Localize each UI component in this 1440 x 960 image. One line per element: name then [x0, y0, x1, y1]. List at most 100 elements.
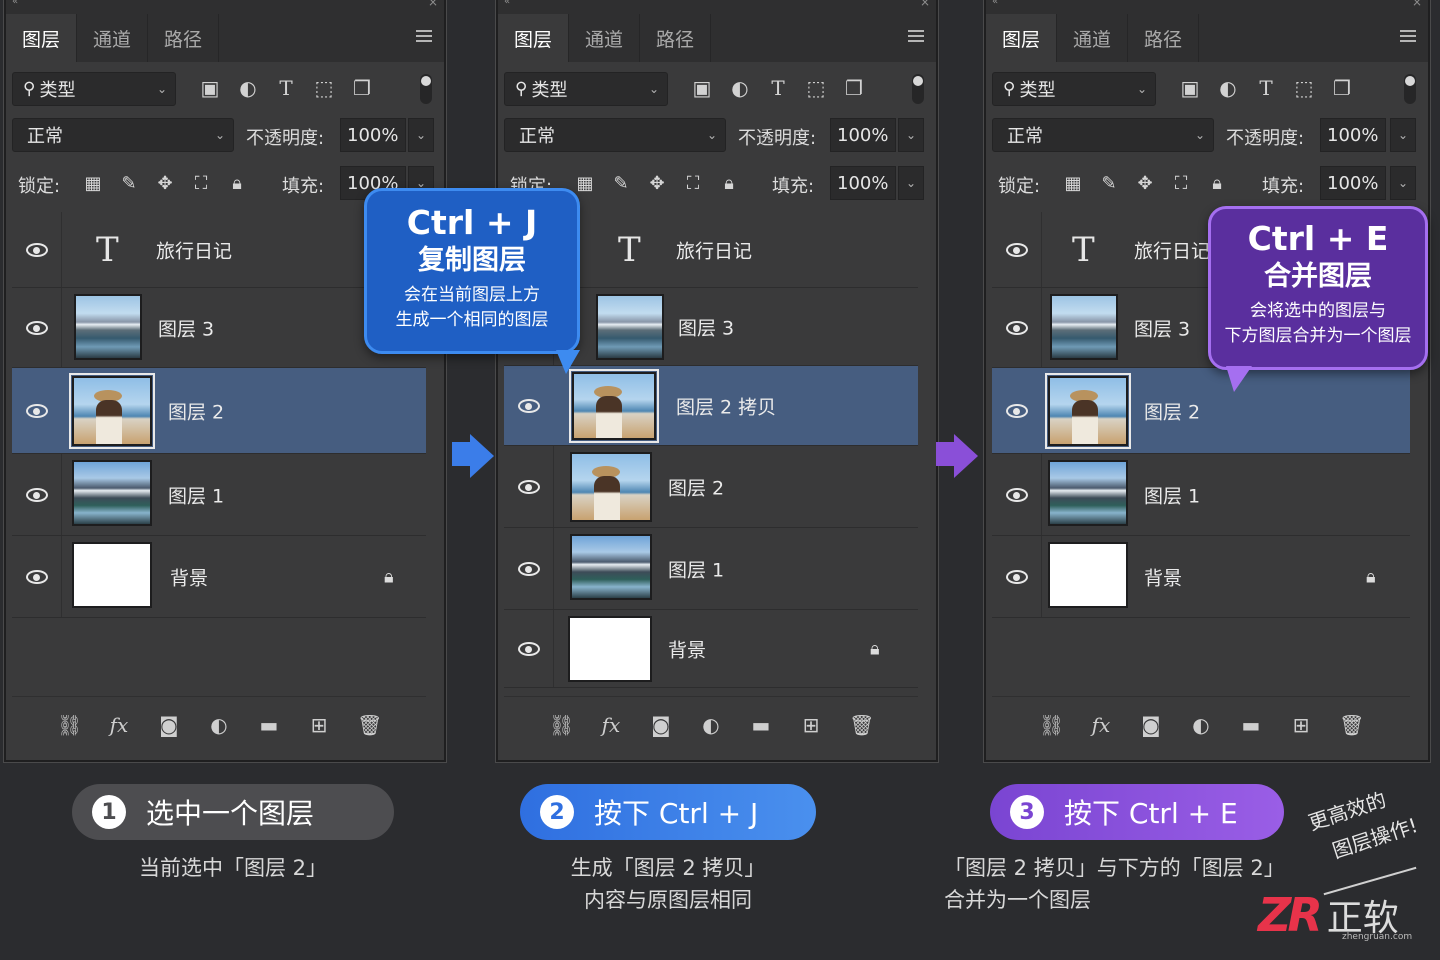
visibility-eye-icon[interactable] [12, 368, 62, 453]
mask-icon[interactable]: ◙ [649, 713, 673, 737]
folder-icon[interactable]: ▬ [749, 713, 773, 737]
lock-transparent-icon[interactable]: ▦ [1062, 172, 1084, 194]
layer-row[interactable]: 背景 🔒︎ [992, 536, 1410, 618]
visibility-eye-icon[interactable] [504, 446, 554, 527]
filter-type-select[interactable]: ⚲ 类型 ⌄ [992, 72, 1156, 106]
visibility-eye-icon[interactable] [504, 610, 554, 687]
mask-icon[interactable]: ◙ [157, 713, 181, 737]
type-filter-icon[interactable]: T [274, 76, 298, 100]
close-icon[interactable]: × [920, 0, 930, 9]
opacity-input[interactable]: 100% [830, 118, 896, 152]
visibility-eye-icon[interactable] [12, 212, 62, 287]
visibility-eye-icon[interactable] [504, 528, 554, 609]
tab-layers[interactable]: 图层 [6, 14, 78, 62]
filter-toggle[interactable] [420, 74, 432, 104]
collapse-icon[interactable]: « [12, 0, 18, 7]
lock-image-icon[interactable]: ✎ [118, 172, 140, 194]
fx-icon[interactable]: fx [1089, 713, 1113, 737]
visibility-eye-icon[interactable] [992, 212, 1042, 287]
lock-artboard-icon[interactable]: ⛶ [682, 172, 704, 194]
visibility-eye-icon[interactable] [992, 454, 1042, 535]
fx-icon[interactable]: fx [107, 713, 131, 737]
lock-transparent-icon[interactable]: ▦ [574, 172, 596, 194]
visibility-eye-icon[interactable] [992, 536, 1042, 617]
link-icon[interactable]: ⛓ [549, 713, 574, 737]
smartobject-filter-icon[interactable]: ❐ [842, 76, 866, 100]
opacity-dropdown-icon[interactable]: ⌄ [1390, 118, 1416, 152]
adjustment-icon[interactable]: ◐ [699, 713, 723, 737]
layer-row[interactable]: 图层 1 [504, 528, 918, 610]
type-filter-icon[interactable]: T [766, 76, 790, 100]
visibility-eye-icon[interactable] [992, 288, 1042, 367]
layer-row-selected[interactable]: 图层 2 拷贝 [504, 366, 918, 446]
close-icon[interactable]: × [428, 0, 438, 9]
tab-paths[interactable]: 路径 [1128, 14, 1200, 62]
fill-input[interactable]: 100% [1320, 166, 1386, 200]
visibility-eye-icon[interactable] [12, 454, 62, 535]
lock-position-icon[interactable]: ✥ [1134, 172, 1156, 194]
lock-transparent-icon[interactable]: ▦ [82, 172, 104, 194]
close-icon[interactable]: × [1412, 0, 1422, 9]
tab-channels[interactable]: 通道 [569, 14, 641, 62]
filter-toggle[interactable] [912, 74, 924, 104]
adjustment-filter-icon[interactable]: ◐ [728, 76, 752, 100]
adjustment-icon[interactable]: ◐ [207, 713, 231, 737]
opacity-dropdown-icon[interactable]: ⌄ [898, 118, 924, 152]
folder-icon[interactable]: ▬ [257, 713, 281, 737]
adjustment-filter-icon[interactable]: ◐ [236, 76, 260, 100]
smartobject-filter-icon[interactable]: ❐ [1330, 76, 1354, 100]
lock-image-icon[interactable]: ✎ [1098, 172, 1120, 194]
layer-row[interactable]: 背景 🔒︎ [12, 536, 426, 618]
trash-icon[interactable]: 🗑︎ [357, 713, 382, 737]
pixel-filter-icon[interactable]: ▣ [690, 76, 714, 100]
visibility-eye-icon[interactable] [992, 368, 1042, 453]
opacity-input[interactable]: 100% [340, 118, 406, 152]
opacity-dropdown-icon[interactable]: ⌄ [408, 118, 434, 152]
mask-icon[interactable]: ◙ [1139, 713, 1163, 737]
tab-channels[interactable]: 通道 [77, 14, 149, 62]
lock-all-icon[interactable]: 🔒︎ [718, 172, 740, 194]
collapse-icon[interactable]: « [992, 0, 998, 7]
filter-type-select[interactable]: ⚲ 类型 ⌄ [504, 72, 668, 106]
visibility-eye-icon[interactable] [12, 536, 62, 617]
blend-mode-select[interactable]: 正常 ⌄ [992, 118, 1214, 152]
adjustment-filter-icon[interactable]: ◐ [1216, 76, 1240, 100]
link-icon[interactable]: ⛓ [57, 713, 82, 737]
shape-filter-icon[interactable]: ⬚ [804, 76, 828, 100]
collapse-icon[interactable]: « [504, 0, 510, 7]
lock-position-icon[interactable]: ✥ [154, 172, 176, 194]
fill-dropdown-icon[interactable]: ⌄ [898, 166, 924, 200]
adjustment-icon[interactable]: ◐ [1189, 713, 1213, 737]
visibility-eye-icon[interactable] [12, 288, 62, 367]
lock-artboard-icon[interactable]: ⛶ [190, 172, 212, 194]
blend-mode-select[interactable]: 正常 ⌄ [504, 118, 726, 152]
blend-mode-select[interactable]: 正常 ⌄ [12, 118, 234, 152]
lock-image-icon[interactable]: ✎ [610, 172, 632, 194]
type-filter-icon[interactable]: T [1254, 76, 1278, 100]
layer-row[interactable]: 图层 1 [12, 454, 426, 536]
tab-paths[interactable]: 路径 [640, 14, 712, 62]
layer-row-selected[interactable]: 图层 2 [12, 368, 426, 454]
panel-menu-icon[interactable] [1400, 30, 1416, 42]
link-icon[interactable]: ⛓ [1039, 713, 1064, 737]
layer-row-selected[interactable]: 图层 2 [992, 368, 1410, 454]
pixel-filter-icon[interactable]: ▣ [1178, 76, 1202, 100]
filter-type-select[interactable]: ⚲ 类型 ⌄ [12, 72, 176, 106]
lock-all-icon[interactable]: 🔒︎ [226, 172, 248, 194]
filter-toggle[interactable] [1404, 74, 1416, 104]
tab-paths[interactable]: 路径 [148, 14, 220, 62]
trash-icon[interactable]: 🗑︎ [849, 713, 874, 737]
new-layer-icon[interactable]: ⊞ [799, 713, 823, 737]
tab-channels[interactable]: 通道 [1057, 14, 1129, 62]
fill-dropdown-icon[interactable]: ⌄ [1390, 166, 1416, 200]
new-layer-icon[interactable]: ⊞ [1289, 713, 1313, 737]
panel-menu-icon[interactable] [416, 30, 432, 42]
shape-filter-icon[interactable]: ⬚ [1292, 76, 1316, 100]
lock-all-icon[interactable]: 🔒︎ [1206, 172, 1228, 194]
fx-icon[interactable]: fx [599, 713, 623, 737]
trash-icon[interactable]: 🗑︎ [1339, 713, 1364, 737]
fill-input[interactable]: 100% [830, 166, 896, 200]
opacity-input[interactable]: 100% [1320, 118, 1386, 152]
tab-layers[interactable]: 图层 [498, 14, 570, 62]
visibility-eye-icon[interactable] [504, 366, 554, 445]
